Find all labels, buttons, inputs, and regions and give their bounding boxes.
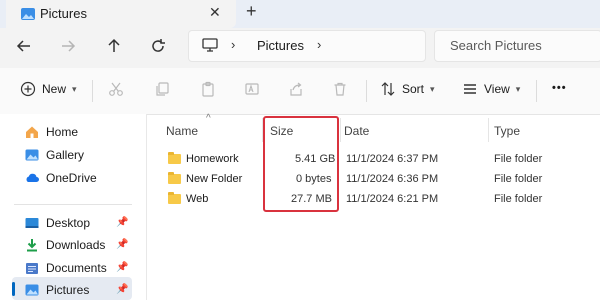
refresh-button[interactable] bbox=[148, 36, 172, 56]
tab-pictures[interactable]: Pictures ✕ bbox=[6, 0, 236, 28]
cloud-icon bbox=[24, 170, 40, 186]
more-options-button[interactable]: ••• bbox=[552, 82, 567, 94]
sidebar-item-gallery[interactable]: Gallery bbox=[24, 147, 84, 163]
computer-icon bbox=[201, 37, 219, 53]
divider bbox=[366, 80, 367, 102]
file-name: Web bbox=[186, 193, 209, 205]
plus-circle-icon bbox=[20, 81, 36, 97]
selected-nav-indicator bbox=[12, 282, 15, 296]
pin-icon[interactable]: 📌 bbox=[116, 262, 128, 273]
chevron-down-icon: ▾ bbox=[515, 83, 521, 94]
view-button[interactable]: View ▾ bbox=[462, 81, 520, 97]
nav-divider bbox=[14, 204, 132, 205]
sidebar-item-label: Pictures bbox=[46, 283, 90, 297]
sort-icon bbox=[380, 81, 396, 97]
file-name: Homework bbox=[186, 153, 239, 165]
copy-icon[interactable] bbox=[154, 81, 170, 97]
documents-icon bbox=[24, 260, 40, 276]
view-label: View bbox=[484, 82, 510, 96]
file-date: 11/1/2024 6:36 PM bbox=[346, 173, 439, 185]
sidebar-item-documents[interactable]: Documents bbox=[24, 260, 107, 276]
folder-icon bbox=[168, 192, 181, 204]
column-divider[interactable] bbox=[488, 118, 489, 142]
divider bbox=[536, 80, 537, 102]
file-date: 11/1/2024 6:37 PM bbox=[346, 153, 439, 165]
file-type: File folder bbox=[494, 193, 543, 205]
sort-indicator-icon: ^ bbox=[206, 113, 211, 124]
search-placeholder: Search Pictures bbox=[450, 38, 542, 53]
home-icon bbox=[24, 124, 40, 140]
chevron-down-icon: ▾ bbox=[430, 83, 435, 94]
sidebar-item-label: OneDrive bbox=[46, 171, 97, 185]
sort-label: Sort bbox=[402, 82, 425, 96]
sidebar-item-label: Downloads bbox=[46, 238, 106, 252]
new-label: New bbox=[42, 82, 67, 96]
size-column-highlight bbox=[263, 116, 339, 212]
sidebar-item-onedrive[interactable]: OneDrive bbox=[24, 170, 97, 186]
paste-icon[interactable] bbox=[200, 81, 216, 97]
folder-icon bbox=[168, 172, 181, 184]
new-tab-button[interactable]: + bbox=[246, 1, 257, 22]
new-button[interactable]: New ▾ bbox=[20, 81, 77, 97]
sidebar-item-label: Home bbox=[46, 125, 79, 139]
divider bbox=[92, 80, 93, 102]
pin-icon[interactable]: 📌 bbox=[116, 217, 128, 228]
sidebar-item-downloads[interactable]: Downloads bbox=[24, 237, 105, 253]
file-date: 11/1/2024 6:21 PM bbox=[346, 193, 439, 205]
chevron-right-icon[interactable]: › bbox=[317, 37, 321, 52]
sidebar-item-label: Desktop bbox=[46, 216, 91, 230]
cut-icon[interactable] bbox=[108, 81, 124, 97]
rename-icon[interactable] bbox=[244, 81, 260, 97]
column-header-date[interactable]: Date bbox=[344, 124, 369, 138]
desktop-icon bbox=[24, 215, 40, 231]
file-name: New Folder bbox=[186, 173, 243, 185]
download-icon bbox=[24, 237, 40, 253]
up-button[interactable] bbox=[104, 36, 128, 56]
sidebar-item-pictures[interactable]: Pictures bbox=[24, 282, 89, 298]
sidebar-item-home[interactable]: Home bbox=[24, 124, 78, 140]
chevron-down-icon: ▾ bbox=[72, 83, 77, 94]
pictures-icon bbox=[24, 282, 40, 298]
close-tab-button[interactable]: ✕ bbox=[209, 4, 221, 21]
chevron-right-icon: › bbox=[231, 37, 236, 52]
pin-icon[interactable]: 📌 bbox=[116, 284, 128, 295]
back-button[interactable] bbox=[14, 36, 38, 56]
sidebar-item-label: Gallery bbox=[46, 148, 85, 162]
search-box[interactable]: Search Pictures bbox=[434, 30, 600, 62]
column-divider[interactable] bbox=[340, 118, 341, 142]
gallery-icon bbox=[24, 147, 40, 163]
delete-icon[interactable] bbox=[332, 81, 348, 97]
address-bar[interactable]: › Pictures › bbox=[188, 30, 426, 62]
breadcrumb-pictures[interactable]: Pictures bbox=[257, 38, 304, 53]
folder-icon bbox=[168, 152, 181, 164]
tab-title: Pictures bbox=[40, 6, 87, 21]
sidebar-item-desktop[interactable]: Desktop bbox=[24, 215, 90, 231]
forward-button[interactable] bbox=[58, 36, 82, 56]
folder-pictures-icon bbox=[20, 6, 36, 22]
sidebar-item-label: Documents bbox=[46, 261, 107, 275]
share-icon[interactable] bbox=[288, 81, 304, 97]
column-header-type[interactable]: Type bbox=[494, 124, 520, 138]
sort-button[interactable]: Sort ▾ bbox=[380, 81, 435, 97]
view-list-icon bbox=[462, 81, 478, 97]
file-type: File folder bbox=[494, 173, 543, 185]
column-header-name[interactable]: Name bbox=[166, 124, 198, 138]
pin-icon[interactable]: 📌 bbox=[116, 239, 128, 250]
file-type: File folder bbox=[494, 153, 543, 165]
